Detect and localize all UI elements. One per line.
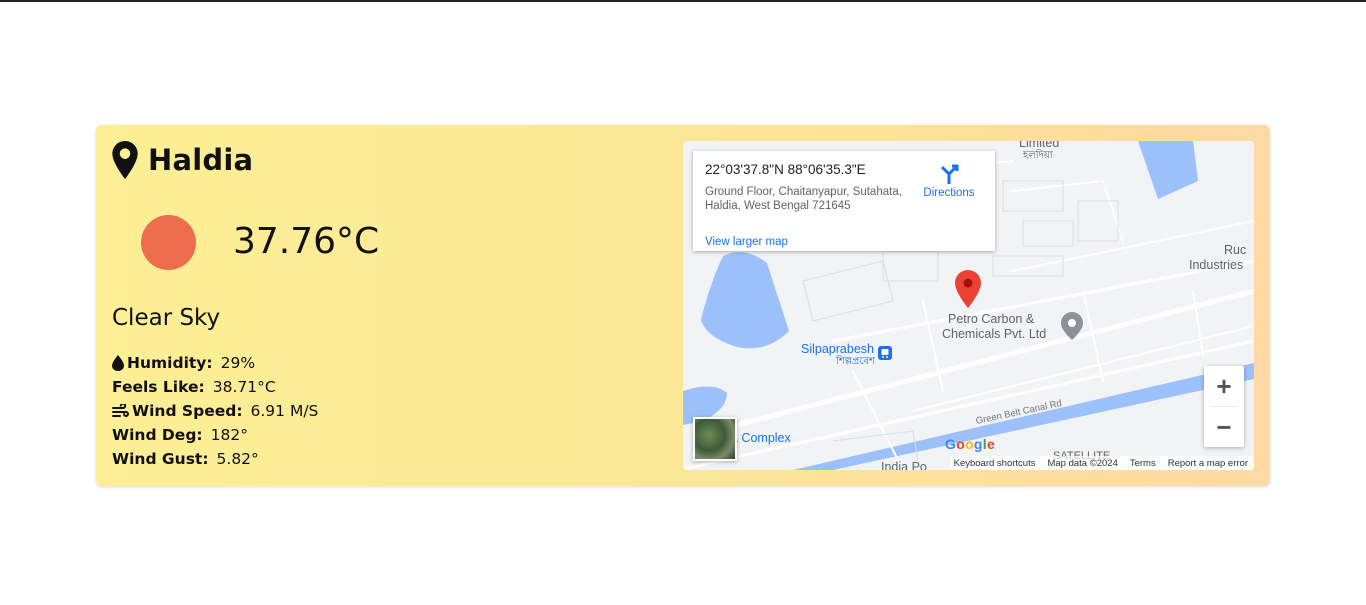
keyboard-shortcuts-link[interactable]: Keyboard shortcuts: [954, 458, 1036, 469]
report-error-link[interactable]: Report a map error: [1168, 458, 1248, 469]
stat-humidity: Humidity: 29%: [112, 351, 318, 375]
view-larger-map-link[interactable]: View larger map: [705, 236, 788, 248]
map-address: Ground Floor, Chaitanyapur, Sutahata, Ha…: [705, 186, 902, 212]
embedded-map[interactable]: Limited হলদিয়া Ruc Industries Petro Car…: [683, 141, 1254, 470]
sun-icon: [141, 215, 196, 270]
map-info-box: 22°03'37.8"N 88°06'35.3"E Ground Floor, …: [693, 151, 995, 251]
map-footer: Keyboard shortcuts Map data ©2024 Terms …: [949, 456, 1254, 470]
stat-label: Wind Gust:: [112, 450, 209, 468]
stat-label: Wind Speed:: [132, 402, 243, 420]
map-coordinates: 22°03'37.8"N 88°06'35.3"E: [705, 162, 866, 177]
directions-label: Directions: [923, 187, 975, 199]
directions-button[interactable]: Directions: [919, 163, 979, 199]
weather-condition: Clear Sky: [112, 305, 221, 331]
stat-wind-deg: Wind Deg: 182°: [112, 423, 318, 447]
location-pin-icon: [112, 141, 138, 179]
stat-value: 38.71°C: [212, 378, 276, 396]
stat-label: Wind Deg:: [112, 426, 203, 444]
temperature: 37.76°C: [233, 221, 380, 262]
water-drop-icon: [112, 355, 124, 371]
stat-label: Humidity:: [127, 354, 213, 372]
location-header: Haldia: [112, 141, 253, 179]
map-label-industries: Ruc: [1224, 243, 1247, 257]
zoom-control: + −: [1204, 366, 1244, 447]
stat-value: 6.91 M/S: [250, 402, 319, 420]
terms-link[interactable]: Terms: [1130, 458, 1156, 469]
wind-icon: [112, 404, 129, 418]
top-border: [0, 0, 1366, 2]
stat-value: 5.82°: [216, 450, 259, 468]
zoom-out-button[interactable]: −: [1204, 407, 1244, 447]
map-label-petro-carbon-2: Chemicals Pvt. Ltd: [942, 327, 1047, 341]
map-marker-icon[interactable]: [955, 270, 981, 308]
map-label-india-po: India Po: [881, 460, 927, 470]
stat-feels-like: Feels Like: 38.71°C: [112, 375, 318, 399]
weather-card: Haldia 37.76°C Clear Sky Humidity: 29% F…: [96, 125, 1270, 486]
stat-wind-gust: Wind Gust: 5.82°: [112, 447, 318, 471]
stat-value: 29%: [220, 354, 256, 372]
map-data-text: Map data ©2024: [1047, 457, 1118, 469]
map-label-industries-2: Industries: [1189, 258, 1244, 272]
stat-wind-speed: Wind Speed: 6.91 M/S: [112, 399, 318, 423]
google-logo: Google: [945, 436, 996, 452]
weather-stats: Humidity: 29% Feels Like: 38.71°C Wind S…: [112, 351, 318, 471]
map-label-limited-local: হলদিয়া: [1023, 150, 1053, 161]
map-label-petro-carbon: Petro Carbon &: [948, 312, 1035, 326]
city-name: Haldia: [148, 143, 254, 177]
directions-icon: [940, 164, 959, 184]
place-marker-icon[interactable]: [1061, 312, 1083, 340]
train-station-icon[interactable]: [878, 346, 892, 360]
map-label-station-local: শিল্পপ্রবেশ: [836, 356, 875, 367]
stat-label: Feels Like:: [112, 378, 205, 396]
satellite-toggle-thumbnail[interactable]: [693, 417, 737, 461]
zoom-in-button[interactable]: +: [1204, 366, 1244, 406]
stat-value: 182°: [210, 426, 248, 444]
map-label-complex: a Complex: [731, 431, 791, 445]
